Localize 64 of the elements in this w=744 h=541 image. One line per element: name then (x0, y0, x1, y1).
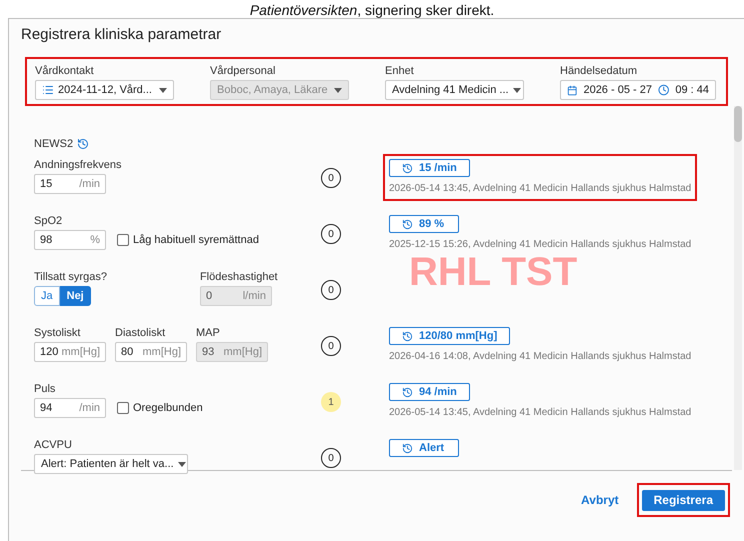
score-badge: 0 (321, 336, 341, 356)
select-field[interactable]: Alert: Patienten är helt va... (34, 454, 188, 474)
history-meta: 2026-05-14 13:45, Avdelning 41 Medicin Hallands sjukhus Halmstad (389, 182, 692, 196)
history-button[interactable]: 94 /min (389, 383, 470, 401)
field-label: Enhet (385, 64, 415, 78)
field-label: ACVPU (34, 438, 73, 452)
field-label: Vårdkontakt (35, 64, 95, 78)
field-label: Andningsfrekvens (34, 158, 122, 172)
section-title: NEWS2 (34, 136, 74, 152)
history-button[interactable]: 15 /min (389, 159, 470, 177)
number-input[interactable]: 120 mm[Hg] (34, 342, 106, 362)
dialog-title: Registrera kliniska parametrar (20, 25, 222, 45)
caret-icon (334, 88, 342, 92)
history-meta: 2026-04-16 14:08, Avdelning 41 Medicin Hallands sjukhus Halmstad (389, 350, 692, 364)
field-label: Diastoliskt (115, 326, 166, 340)
field-label: Tillsatt syrgas? (34, 270, 107, 284)
history-meta: 2025-12-15 15:26, Avdelning 41 Medicin Hallands sjukhus Halmstad (389, 238, 692, 252)
toggle-option[interactable]: Nej (60, 286, 91, 306)
history-icon (402, 386, 413, 398)
history-icon (402, 330, 413, 342)
checkbox-label: Oregelbunden (133, 401, 203, 416)
calendar-icon (567, 84, 578, 96)
history-button[interactable]: 120/80 mm[Hg] (389, 327, 510, 345)
environment-label: RHL TST (409, 252, 578, 292)
history-button[interactable]: 89 % (389, 215, 459, 233)
score-badge: 0 (321, 224, 341, 244)
number-input[interactable]: 80 mm[Hg] (115, 342, 187, 362)
caret-icon (512, 88, 521, 92)
score-badge: 0 (321, 280, 341, 300)
checkbox[interactable] (117, 402, 129, 414)
history-button[interactable]: Alert (389, 439, 459, 457)
history-icon (402, 442, 413, 454)
page-caption: Patientöversikten, signering sker direkt. (250, 2, 494, 18)
date-value: 2026 - 05 - 27 (583, 82, 652, 98)
register-button[interactable]: Registrera (642, 490, 725, 510)
field-label: Flödeshastighet (200, 270, 278, 284)
score-badge: 1 (321, 392, 341, 412)
history-icon[interactable] (77, 138, 90, 150)
field-label: Puls (34, 382, 56, 396)
checkbox[interactable] (117, 234, 129, 246)
caret-icon (178, 462, 186, 466)
field-label: MAP (196, 326, 221, 340)
score-badge: 0 (321, 168, 341, 188)
field-label: Systoliskt (34, 326, 82, 340)
field-label: SpO2 (34, 214, 64, 228)
caret-icon (159, 88, 167, 92)
cancel-button[interactable]: Avbryt (575, 491, 625, 509)
field-label: Händelsedatum (560, 64, 638, 78)
select-field[interactable]: 2024-11-12, Vård... (35, 80, 174, 100)
scrollbar[interactable] (734, 106, 742, 470)
number-input[interactable]: 94 /min (34, 398, 106, 418)
number-input[interactable]: 98 % (34, 230, 106, 250)
history-meta: 2026-05-14 13:45, Avdelning 41 Medicin Hallands sjukhus Halmstad (389, 406, 692, 420)
toggle-option[interactable]: Ja (34, 286, 60, 306)
checkbox-label: Låg habituell syremättnad (133, 233, 259, 248)
clock-icon (658, 84, 670, 96)
date-time-field[interactable]: 2026 - 05 - 27 09 : 44 (560, 80, 716, 100)
score-badge: 0 (321, 448, 341, 468)
history-icon (402, 162, 413, 174)
field-label: Vårdpersonal (210, 64, 276, 78)
history-icon (402, 218, 413, 230)
time-value: 09 : 44 (675, 82, 709, 98)
number-input[interactable]: 15 /min (34, 174, 106, 194)
select-field[interactable]: Avdelning 41 Medicin ... (385, 80, 524, 100)
